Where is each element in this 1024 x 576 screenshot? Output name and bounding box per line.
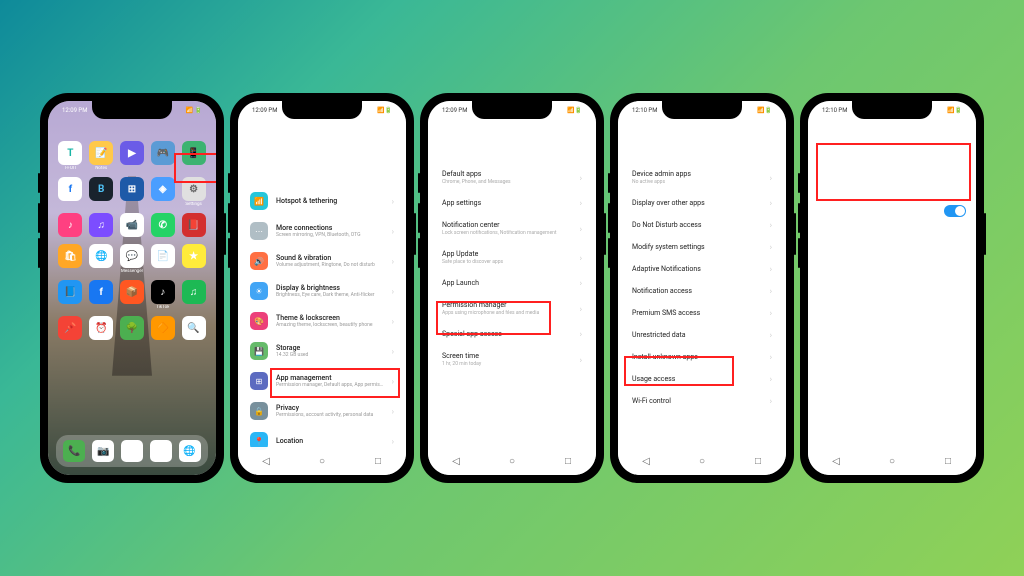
app-icon[interactable]: 📄 <box>148 244 177 274</box>
app-icon[interactable]: 📱 <box>179 141 208 171</box>
dock-icon[interactable]: 📞 <box>63 440 85 462</box>
app-icon[interactable]: TT-FOIT <box>56 141 85 171</box>
list-item[interactable]: Premium SMS access› <box>622 302 782 324</box>
app-icon[interactable]: 📝Notes <box>87 141 116 171</box>
app-icon[interactable]: 🌐 <box>87 244 116 274</box>
list-item[interactable]: Adaptive Notifications› <box>622 258 782 280</box>
app-icon[interactable]: B <box>87 177 116 207</box>
list-item[interactable]: Notification access› <box>622 280 782 302</box>
nav-back[interactable]: ◁ <box>449 454 463 468</box>
nav-back[interactable]: ◁ <box>829 454 843 468</box>
nav-home[interactable]: ○ <box>505 454 519 468</box>
app-mgmt-list: Default appsChrome, Phone, and Messages›… <box>428 163 596 374</box>
nav-recent[interactable]: □ <box>941 454 955 468</box>
settings-list: 📶Hotspot & tethering›⋯More connectionsSc… <box>238 186 406 456</box>
app-icon[interactable]: f <box>87 280 116 310</box>
nav-back[interactable]: ◁ <box>639 454 653 468</box>
dock-icon[interactable]: ◉ <box>150 440 172 462</box>
list-item[interactable]: App Launch› <box>432 272 592 294</box>
list-item[interactable]: Install unknown apps› <box>622 346 782 368</box>
list-item[interactable]: Device admin appsNo active apps› <box>622 163 782 192</box>
app-icon[interactable]: 📘 <box>56 280 85 310</box>
app-icon[interactable]: ★ <box>179 244 208 274</box>
app-icon[interactable]: 📦 <box>118 280 147 310</box>
app-icon[interactable]: 🛍 <box>56 244 85 274</box>
dock-icon[interactable]: ⊞ <box>121 440 143 462</box>
phone-install-unknown: 12:10 PM📶🔋 ←Install unknown apps Chrome … <box>800 93 984 483</box>
list-item[interactable]: App UpdateSafe place to discover apps› <box>432 243 592 272</box>
list-item[interactable]: Do Not Disturb access› <box>622 214 782 236</box>
dock-icon[interactable]: 🌐 <box>179 440 201 462</box>
list-item[interactable]: Wi-Fi control› <box>622 390 782 412</box>
list-item[interactable]: Display over other apps› <box>622 192 782 214</box>
phone-settings: 12:09 PM📶🔋 Settings 🔍Search settings 📶Ho… <box>230 93 414 483</box>
app-icon[interactable]: ⚙Settings <box>179 177 208 207</box>
nav-bar: ◁ ○ □ <box>238 447 406 475</box>
nav-bar: ◁ ○ □ <box>618 447 786 475</box>
setting-item[interactable]: 🔒PrivacyPermissions, account activity, p… <box>242 396 402 426</box>
app-icon[interactable]: 🔶 <box>148 316 177 341</box>
setting-item[interactable]: ☀Display & brightnessBrightness, Eye car… <box>242 276 402 306</box>
list-item[interactable]: Modify system settings› <box>622 236 782 258</box>
setting-item[interactable]: 🔊Sound & vibrationVolume adjustment, Rin… <box>242 246 402 276</box>
app-icon[interactable]: ◈ <box>148 177 177 207</box>
app-icon[interactable]: ♪TikTok <box>148 280 177 310</box>
nav-home[interactable]: ○ <box>315 454 329 468</box>
nav-home[interactable]: ○ <box>695 454 709 468</box>
list-item[interactable]: Screen time1 hr, 20 min today› <box>432 345 592 374</box>
phone-special-access: 12:10 PM📶🔋 ←Special app access Device ad… <box>610 93 794 483</box>
app-icon[interactable]: 🎮 <box>148 141 177 171</box>
setting-item[interactable]: 💾Storage14.32 GB used› <box>242 336 402 366</box>
app-icon[interactable]: ♪ <box>56 213 85 238</box>
list-item[interactable]: Usage access› <box>622 368 782 390</box>
setting-item[interactable]: ⋯More connectionsScreen mirroring, VPN, … <box>242 216 402 246</box>
app-icon[interactable]: 📌 <box>56 316 85 341</box>
home-app-grid: TT-FOIT📝Notes▶🎮📱fB⊞◈⚙Settings♪♫📹✆📕🛍🌐💬Mes… <box>48 119 216 341</box>
nav-bar: ◁ ○ □ <box>808 447 976 475</box>
special-list: Device admin appsNo active apps›Display … <box>618 163 786 412</box>
list-item[interactable]: Default appsChrome, Phone, and Messages› <box>432 163 592 192</box>
allow-source-toggle[interactable] <box>944 205 966 217</box>
nav-back[interactable]: ◁ <box>259 454 273 468</box>
list-item[interactable]: Special app access› <box>432 323 592 345</box>
setting-item[interactable]: ⊞App managementPermission manager, Defau… <box>242 366 402 396</box>
list-item[interactable]: Permission managerApps using microphone … <box>432 294 592 323</box>
dock: 📞 📷 ⊞ ◉ 🌐 <box>56 435 208 467</box>
app-icon[interactable]: 📕 <box>179 213 208 238</box>
dock-icon[interactable]: 📷 <box>92 440 114 462</box>
setting-item[interactable]: 📶Hotspot & tethering› <box>242 186 402 216</box>
app-icon[interactable]: 🌳 <box>118 316 147 341</box>
app-icon[interactable]: ▶ <box>118 141 147 171</box>
phone-home: 12:09 PM📶 🔋 TT-FOIT📝Notes▶🎮📱fB⊞◈⚙Setting… <box>40 93 224 483</box>
app-icon[interactable]: 📹 <box>118 213 147 238</box>
app-icon[interactable]: ♫ <box>179 280 208 310</box>
app-icon[interactable]: 💬Messenger <box>118 244 147 274</box>
app-icon[interactable]: f <box>56 177 85 207</box>
nav-recent[interactable]: □ <box>751 454 765 468</box>
nav-bar: ◁ ○ □ <box>428 447 596 475</box>
list-item[interactable]: App settings› <box>432 192 592 214</box>
list-item[interactable]: Notification centerLock screen notificat… <box>432 214 592 243</box>
app-icon[interactable]: ♫ <box>87 213 116 238</box>
list-item[interactable]: Unrestricted data› <box>622 324 782 346</box>
setting-item[interactable]: 🎨Theme & lockscreenAmazing theme, locksc… <box>242 306 402 336</box>
app-icon[interactable]: ✆ <box>148 213 177 238</box>
app-icon[interactable]: ⏰ <box>87 316 116 341</box>
app-icon[interactable]: 🔍 <box>179 316 208 341</box>
phone-app-management: 12:09 PM📶🔋 ←App management Default appsC… <box>420 93 604 483</box>
nav-recent[interactable]: □ <box>561 454 575 468</box>
nav-home[interactable]: ○ <box>885 454 899 468</box>
nav-recent[interactable]: □ <box>371 454 385 468</box>
app-icon[interactable]: ⊞ <box>118 177 147 207</box>
